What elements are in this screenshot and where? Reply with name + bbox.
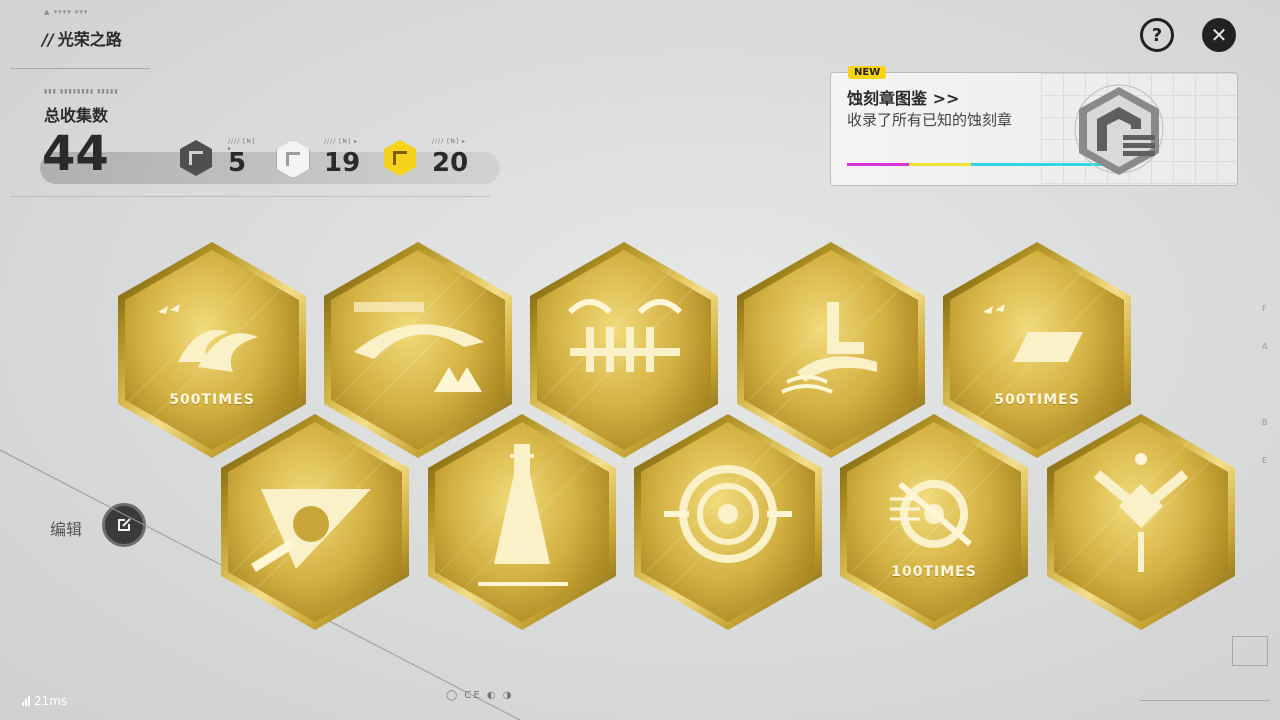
side-ruler: F A B E [1262, 290, 1268, 480]
badge-waves2[interactable]: 500TIMES [943, 242, 1131, 458]
tier-count: 5 [228, 148, 247, 178]
help-button[interactable]: ? [1140, 18, 1174, 52]
pipes-icon [539, 261, 701, 433]
close-button[interactable]: ✕ [1202, 18, 1236, 52]
crosshair-icon [849, 433, 1011, 605]
badge-pipes[interactable] [530, 242, 718, 458]
game-logo: ▲ ▾▾▾▾ ▾▾▾ [44, 8, 89, 16]
tier-count: 20 [432, 148, 469, 178]
tier-silver-count: //// [N] ▸ 19 [276, 138, 366, 182]
total-sublabel: ▮▮▮ ▮▮▮▮▮▮▮▮ ▮▮▮▮▮ [44, 88, 119, 95]
ruler-mark: F [1262, 304, 1267, 313]
badge-mountain[interactable] [324, 242, 512, 458]
badge-emblem[interactable] [1047, 414, 1235, 630]
waves2-icon [952, 261, 1114, 433]
network-ping: 21ms [22, 694, 67, 708]
gold-badge-icon [384, 140, 416, 176]
tier-tag: //// [N] ▸ [432, 138, 467, 145]
title-prefix: // [42, 30, 54, 49]
badge-label: 100TIMES [891, 564, 977, 580]
divider [10, 196, 490, 197]
title-text: 光荣之路 [57, 30, 122, 49]
badge-crosshair[interactable]: 100TIMES [840, 414, 1028, 630]
ruler-mark: B [1262, 418, 1268, 427]
codex-card[interactable]: 蚀刻章图鉴 >> 收录了所有已知的蚀刻章 [830, 72, 1238, 186]
triangle-logo-icon [1232, 636, 1268, 666]
stripe-magenta [847, 163, 909, 166]
signal-icon [22, 696, 30, 706]
tier-gold-count: //// [N] ▸ 20 [384, 138, 484, 182]
stripe-yellow [909, 163, 971, 166]
waves-icon [127, 261, 289, 433]
tier-tag: //// [N] ▸ [324, 138, 359, 145]
badge-label: 500TIMES [169, 392, 255, 408]
divider [10, 68, 150, 69]
ruler-mark: E [1262, 456, 1268, 465]
new-tag: NEW [848, 66, 887, 79]
ping-value: 21ms [34, 694, 68, 708]
dark-badge-icon [180, 140, 212, 176]
codex-description: 收录了所有已知的蚀刻章 [847, 111, 1013, 129]
stairs-icon [746, 261, 908, 433]
codex-title: 蚀刻章图鉴 >> [847, 89, 960, 108]
footer-marks: ◯ CE ◐ ◑ [446, 690, 514, 701]
codex-emblem-icon [1074, 84, 1164, 175]
total-collection-label: 总收集数 [44, 106, 109, 125]
page-title: //光荣之路 [42, 26, 122, 50]
target-icon [643, 433, 805, 605]
badge-target[interactable] [634, 414, 822, 630]
tier-count: 19 [324, 148, 361, 178]
question-icon: ? [1151, 24, 1163, 46]
mountain-icon [333, 261, 495, 433]
divider [1140, 700, 1270, 701]
ruler-mark: A [1262, 342, 1268, 351]
emblem-icon [1056, 433, 1218, 605]
badge-label: 500TIMES [994, 392, 1080, 408]
silver-badge-icon [276, 140, 310, 178]
tier-dark-count: //// [N] ▸ 5 [180, 138, 260, 182]
total-collection-count: 44 [42, 126, 109, 182]
badge-waves[interactable]: 500TIMES [118, 242, 306, 458]
badge-stairs[interactable] [737, 242, 925, 458]
close-icon: ✕ [1210, 23, 1228, 47]
